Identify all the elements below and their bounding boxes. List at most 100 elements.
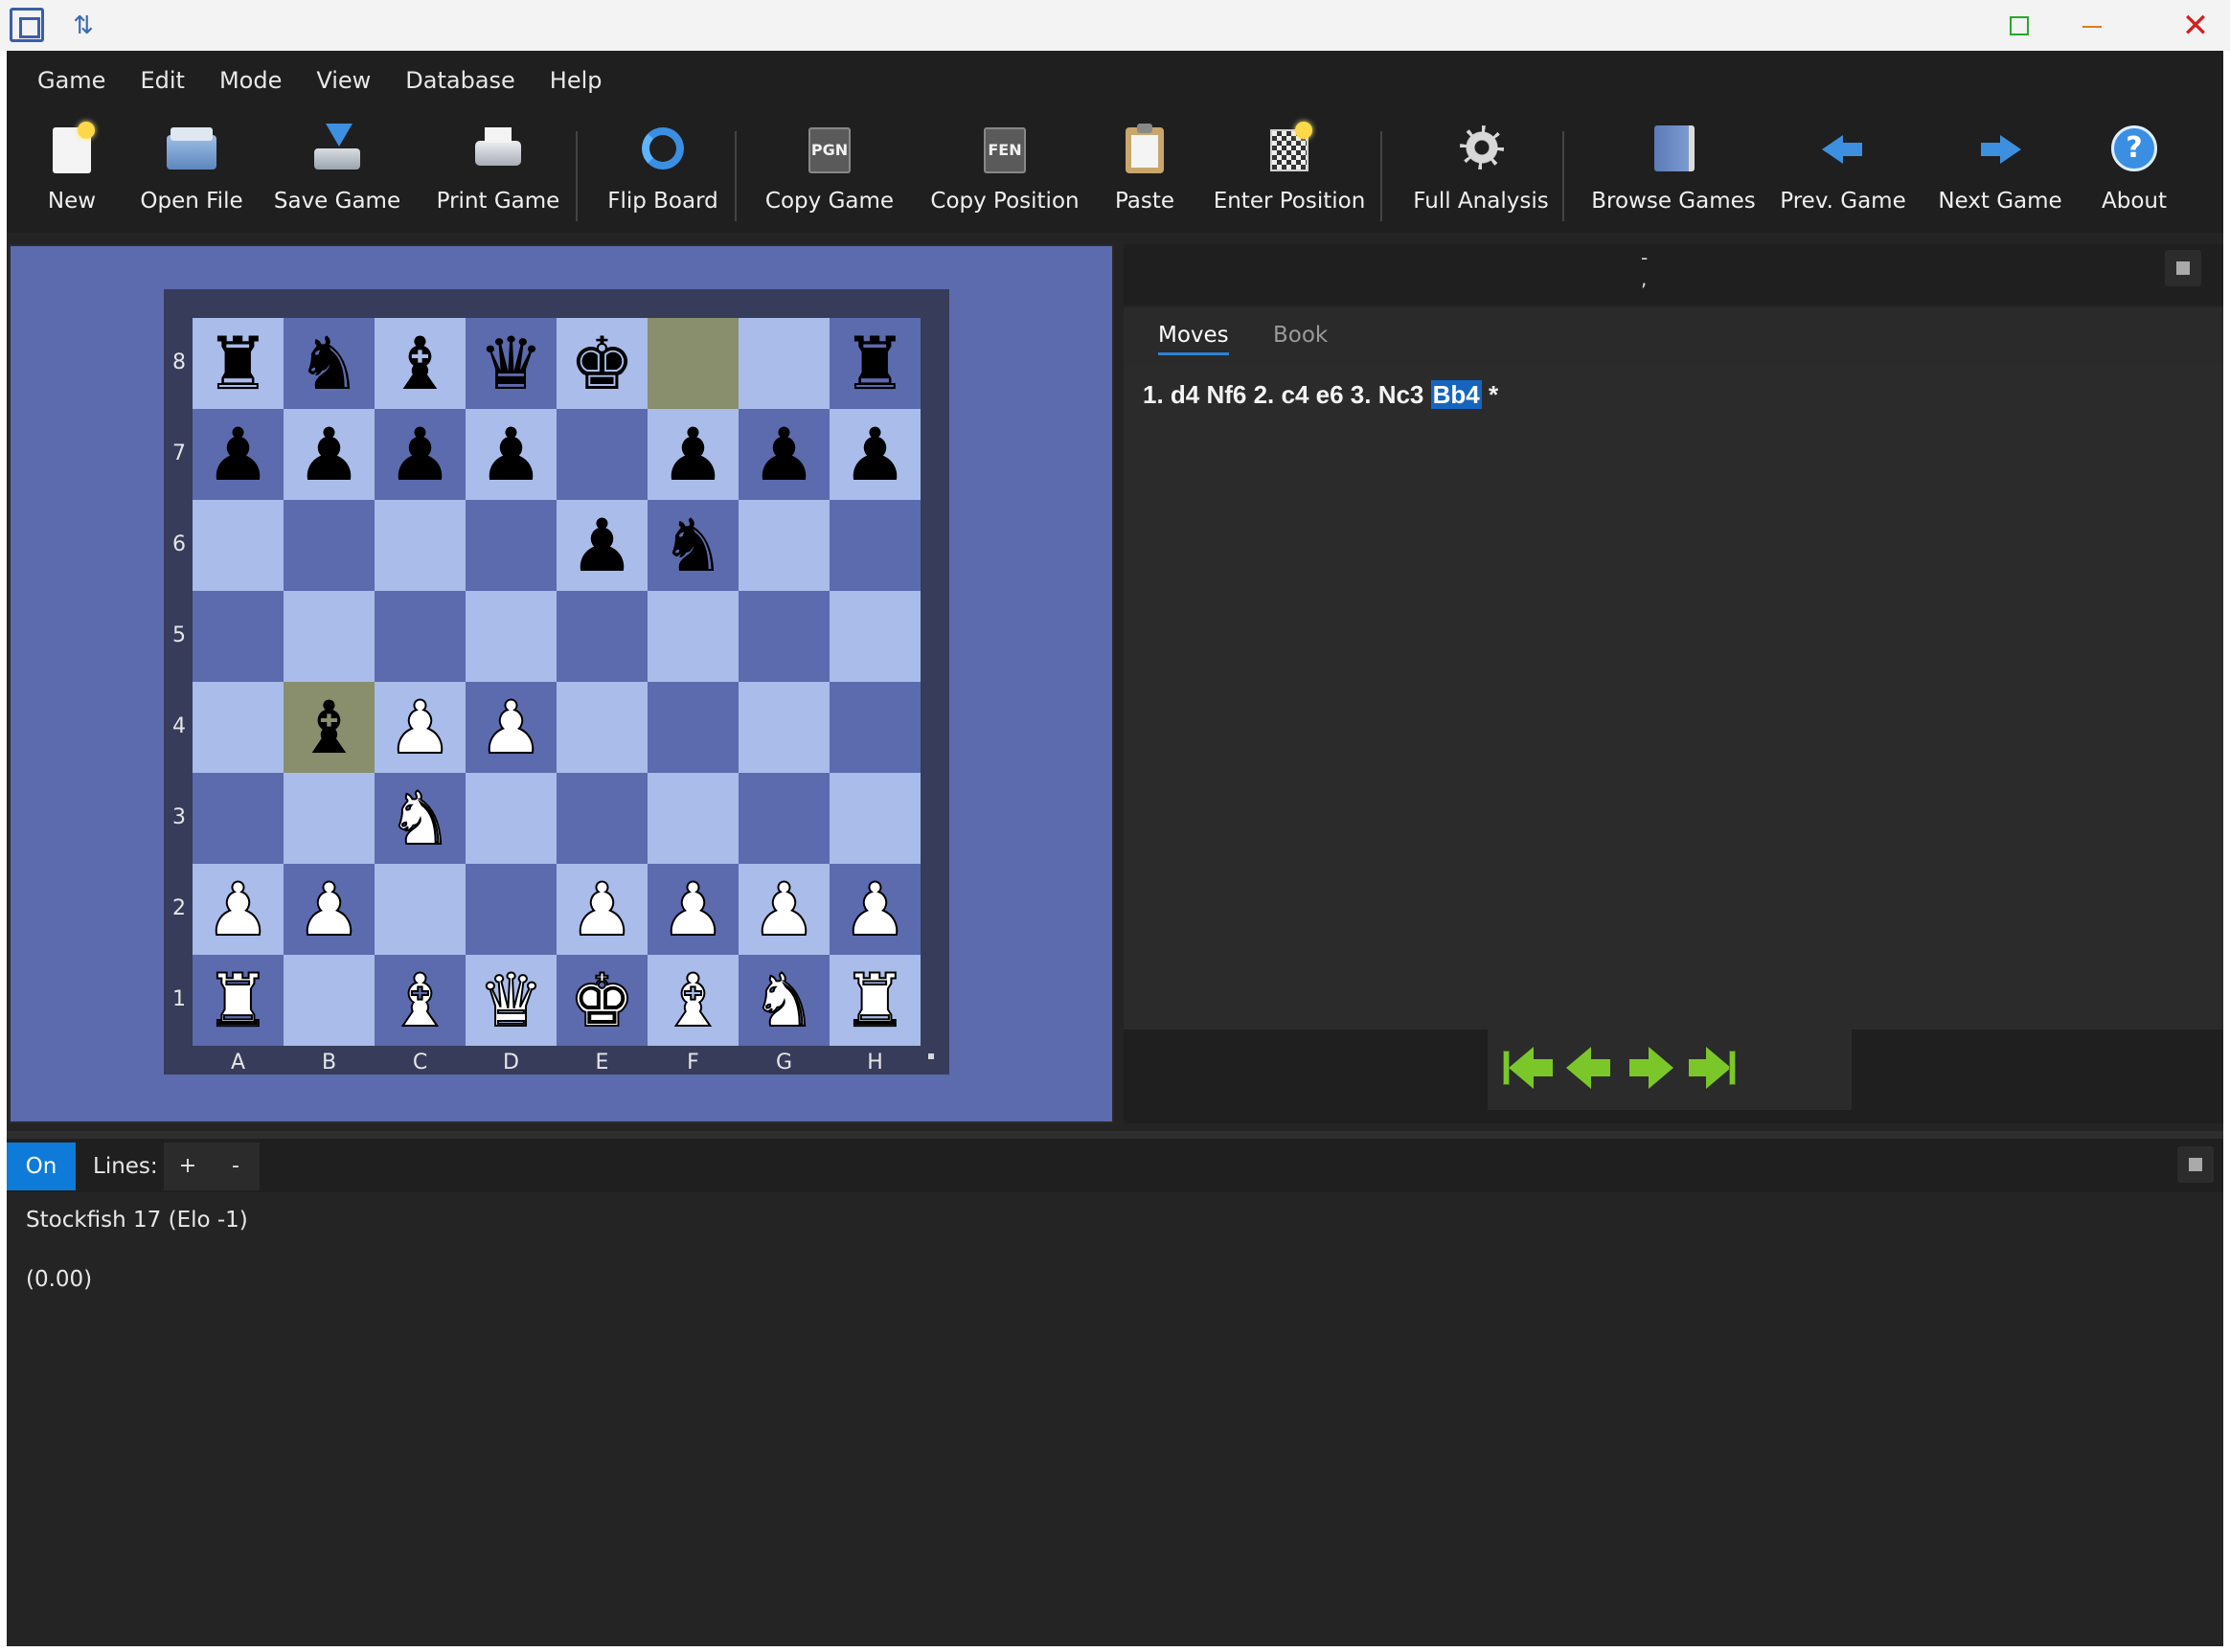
about-button[interactable]: ? About xyxy=(2095,110,2173,233)
square-h3[interactable] xyxy=(830,773,921,864)
black-king-icon[interactable]: ♚ xyxy=(569,327,634,400)
copy-game-button[interactable]: PGN Copy Game xyxy=(750,110,909,233)
square-c6[interactable] xyxy=(375,500,466,591)
copy-position-button[interactable]: FEN Copy Position xyxy=(919,110,1091,233)
moves-played[interactable]: 1. d4 Nf6 2. c4 e6 3. Nc3 xyxy=(1143,380,1431,409)
white-pawn-icon[interactable]: ♟ xyxy=(659,871,726,946)
white-bishop-icon[interactable]: ♝ xyxy=(386,962,453,1037)
square-f8[interactable] xyxy=(648,318,739,409)
black-queen-icon[interactable]: ♛ xyxy=(478,327,543,400)
square-b2[interactable]: ♟ xyxy=(284,864,375,955)
square-a1[interactable]: ♜ xyxy=(193,955,284,1046)
last-move-button[interactable] xyxy=(1689,1047,1737,1089)
white-pawn-icon[interactable]: ♟ xyxy=(204,871,271,946)
square-f2[interactable]: ♟ xyxy=(648,864,739,955)
square-f5[interactable] xyxy=(648,591,739,682)
white-queen-icon[interactable]: ♛ xyxy=(477,962,544,1037)
square-g2[interactable]: ♟ xyxy=(739,864,830,955)
white-pawn-icon[interactable]: ♟ xyxy=(386,690,453,764)
enter-position-button[interactable]: Enter Position xyxy=(1208,110,1371,233)
white-knight-icon[interactable]: ♞ xyxy=(386,781,453,855)
maximize-button[interactable] xyxy=(1983,0,2056,51)
paste-button[interactable]: Paste xyxy=(1103,110,1187,233)
minimize-button[interactable] xyxy=(2056,0,2128,51)
square-f4[interactable] xyxy=(648,682,739,773)
chess-board[interactable]: ♜ ♞ ♝ ♛ ♚ ♜ ♟ ♟ ♟ ♟ ♟ ♟ ♟ ♟ ♞ ♝ ♟ ♟ ♞ ♟ ♟ ♟ ♟ ♟ ♟ ♜ ♝ ♛ ♚ ♝ ♞ ♜ xyxy=(193,318,921,1046)
square-g3[interactable] xyxy=(739,773,830,864)
square-b4[interactable]: ♝ xyxy=(284,682,375,773)
square-d5[interactable] xyxy=(466,591,557,682)
white-pawn-icon[interactable]: ♟ xyxy=(841,871,908,946)
menu-edit[interactable]: Edit xyxy=(126,67,205,94)
square-a4[interactable] xyxy=(193,682,284,773)
flip-board-button[interactable]: Flip Board xyxy=(595,110,731,233)
square-b5[interactable] xyxy=(284,591,375,682)
first-move-button[interactable] xyxy=(1503,1047,1553,1089)
white-pawn-icon[interactable]: ♟ xyxy=(477,690,544,764)
white-pawn-icon[interactable]: ♟ xyxy=(750,871,817,946)
square-g8[interactable] xyxy=(739,318,830,409)
square-d1[interactable]: ♛ xyxy=(466,955,557,1046)
undock-button[interactable] xyxy=(2165,250,2201,286)
square-d8[interactable]: ♛ xyxy=(466,318,557,409)
square-b3[interactable] xyxy=(284,773,375,864)
square-f7[interactable]: ♟ xyxy=(648,409,739,500)
square-a3[interactable] xyxy=(193,773,284,864)
square-g5[interactable] xyxy=(739,591,830,682)
square-g7[interactable]: ♟ xyxy=(739,409,830,500)
black-pawn-icon[interactable]: ♟ xyxy=(569,509,634,582)
save-game-button[interactable]: Save Game xyxy=(271,110,403,233)
square-c1[interactable]: ♝ xyxy=(375,955,466,1046)
square-c8[interactable]: ♝ xyxy=(375,318,466,409)
black-rook-icon[interactable]: ♜ xyxy=(842,327,907,400)
previous-move-button[interactable] xyxy=(1566,1047,1614,1089)
menu-mode[interactable]: Mode xyxy=(206,67,303,94)
black-pawn-icon[interactable]: ♟ xyxy=(478,418,543,491)
full-analysis-button[interactable]: Full Analysis xyxy=(1396,110,1566,233)
square-c4[interactable]: ♟ xyxy=(375,682,466,773)
square-e7[interactable] xyxy=(557,409,648,500)
menu-help[interactable]: Help xyxy=(536,67,624,94)
square-g4[interactable] xyxy=(739,682,830,773)
white-king-icon[interactable]: ♚ xyxy=(568,962,635,1037)
black-bishop-icon[interactable]: ♝ xyxy=(296,690,361,764)
board-resize-handle[interactable] xyxy=(928,1053,934,1059)
black-pawn-icon[interactable]: ♟ xyxy=(387,418,452,491)
black-knight-icon[interactable]: ♞ xyxy=(660,509,725,582)
engine-lines-decrease-button[interactable]: - xyxy=(212,1143,260,1190)
square-g1[interactable]: ♞ xyxy=(739,955,830,1046)
square-h4[interactable] xyxy=(830,682,921,773)
square-h5[interactable] xyxy=(830,591,921,682)
black-pawn-icon[interactable]: ♟ xyxy=(660,418,725,491)
white-knight-icon[interactable]: ♞ xyxy=(750,962,817,1037)
undock-button[interactable] xyxy=(2177,1146,2214,1183)
menu-view[interactable]: View xyxy=(303,67,392,94)
square-b8[interactable]: ♞ xyxy=(284,318,375,409)
current-move[interactable]: Bb4 xyxy=(1430,380,1482,409)
square-f1[interactable]: ♝ xyxy=(648,955,739,1046)
square-h1[interactable]: ♜ xyxy=(830,955,921,1046)
next-game-button[interactable]: Next Game xyxy=(1938,110,2062,233)
black-knight-icon[interactable]: ♞ xyxy=(296,327,361,400)
prev-game-button[interactable]: Prev. Game xyxy=(1780,110,1906,233)
white-pawn-icon[interactable]: ♟ xyxy=(568,871,635,946)
black-pawn-icon[interactable]: ♟ xyxy=(842,418,907,491)
white-rook-icon[interactable]: ♜ xyxy=(841,962,908,1037)
black-rook-icon[interactable]: ♜ xyxy=(205,327,270,400)
square-a7[interactable]: ♟ xyxy=(193,409,284,500)
app-icon[interactable] xyxy=(10,8,44,42)
square-a6[interactable] xyxy=(193,500,284,591)
square-b6[interactable] xyxy=(284,500,375,591)
square-a8[interactable]: ♜ xyxy=(193,318,284,409)
square-e6[interactable]: ♟ xyxy=(557,500,648,591)
square-e1[interactable]: ♚ xyxy=(557,955,648,1046)
square-e3[interactable] xyxy=(557,773,648,864)
square-d2[interactable] xyxy=(466,864,557,955)
open-file-button[interactable]: Open File xyxy=(129,110,254,233)
menu-game[interactable]: Game xyxy=(24,67,126,94)
next-move-button[interactable] xyxy=(1627,1047,1675,1089)
square-c7[interactable]: ♟ xyxy=(375,409,466,500)
square-a2[interactable]: ♟ xyxy=(193,864,284,955)
square-d6[interactable] xyxy=(466,500,557,591)
square-d3[interactable] xyxy=(466,773,557,864)
